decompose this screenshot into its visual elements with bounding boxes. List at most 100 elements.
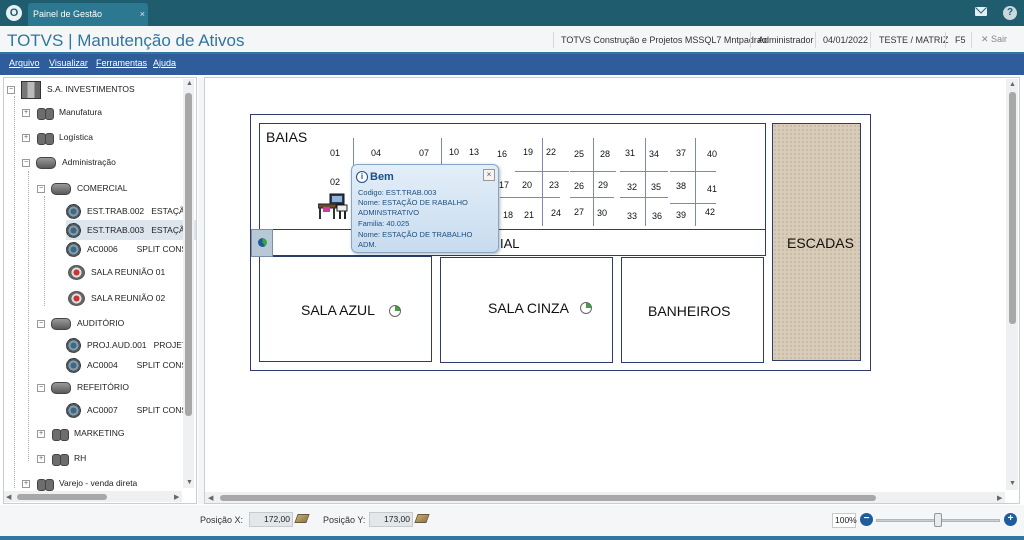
tree-item-administracao[interactable]: − Administração xyxy=(22,152,116,172)
seat-41[interactable]: 41 xyxy=(707,184,717,194)
exit-button[interactable]: ✕ Sair xyxy=(981,34,1007,45)
eraser-icon[interactable] xyxy=(294,514,310,523)
menu-arquivo[interactable]: Arquivo xyxy=(9,58,40,68)
tree-item-manufatura[interactable]: + Manufatura xyxy=(22,102,102,122)
eraser-icon[interactable] xyxy=(414,514,430,523)
scroll-down-arrow-icon[interactable]: ▼ xyxy=(1009,480,1016,487)
tree-item-varejo[interactable]: + Varejo - venda direta xyxy=(22,473,137,493)
scroll-right-arrow-icon[interactable]: ▶ xyxy=(997,494,1002,502)
seat-26[interactable]: 26 xyxy=(574,181,584,191)
seat-25[interactable]: 25 xyxy=(574,149,584,159)
tree-item-ac0004[interactable]: AC0004 SPLIT CONS xyxy=(66,355,187,375)
collapse-toggle-icon[interactable]: − xyxy=(37,383,45,392)
seat-37[interactable]: 37 xyxy=(676,148,686,158)
collapse-toggle-icon[interactable]: − xyxy=(22,158,30,167)
seat-38[interactable]: 38 xyxy=(676,181,686,191)
totvs-logo-icon[interactable]: O xyxy=(6,5,22,21)
menu-ajuda[interactable]: Ajuda xyxy=(153,58,176,68)
tree-horizontal-scroll-thumb[interactable] xyxy=(17,494,107,500)
tree-item-est-trab-002[interactable]: EST.TRAB.002 ESTAÇÃ xyxy=(66,201,185,221)
seat-10[interactable]: 10 xyxy=(449,147,459,157)
seat-01[interactable]: 01 xyxy=(330,148,340,158)
tree-item-proj-aud-001[interactable]: PROJ.AUD.001 PROJETC xyxy=(66,335,193,355)
mail-icon[interactable] xyxy=(975,7,987,16)
tree-vertical-scroll-thumb[interactable] xyxy=(185,93,192,416)
collapse-toggle-icon[interactable]: − xyxy=(37,319,45,328)
tree-item-est-trab-003[interactable]: EST.TRAB.003 ESTAÇÃ xyxy=(66,220,196,240)
room-status-icon[interactable] xyxy=(389,305,401,317)
canvas-vertical-scroll-thumb[interactable] xyxy=(1009,92,1016,324)
menu-visualizar[interactable]: Visualizar xyxy=(49,58,88,68)
tree-item-marketing[interactable]: + MARKETING xyxy=(37,423,125,443)
seat-28[interactable]: 28 xyxy=(600,149,610,159)
tree-item-rh[interactable]: + RH xyxy=(37,448,86,468)
close-icon[interactable]: × xyxy=(483,169,495,181)
scroll-down-arrow-icon[interactable]: ▼ xyxy=(186,479,193,486)
seat-02[interactable]: 02 xyxy=(330,177,340,187)
tree-item-auditorio[interactable]: − AUDITÓRIO xyxy=(37,313,124,333)
zoom-out-button[interactable]: − xyxy=(860,513,873,526)
collapse-toggle-icon[interactable]: − xyxy=(7,85,15,94)
expand-toggle-icon[interactable]: + xyxy=(37,454,45,463)
expand-toggle-icon[interactable]: + xyxy=(37,429,45,438)
expand-toggle-icon[interactable]: + xyxy=(22,133,30,142)
seat-18[interactable]: 18 xyxy=(503,210,513,220)
seat-31[interactable]: 31 xyxy=(625,148,635,158)
seat-30[interactable]: 30 xyxy=(597,208,607,218)
scroll-left-arrow-icon[interactable]: ◀ xyxy=(208,494,213,502)
seat-32[interactable]: 32 xyxy=(627,182,637,192)
tree-item-refeitorio[interactable]: − REFEITÓRIO xyxy=(37,377,129,397)
seat-17[interactable]: 17 xyxy=(499,180,509,190)
status-bar: Posição X: 172,00 Posição Y: 173,00 100%… xyxy=(0,505,1024,536)
tree-item-logistica[interactable]: + Logística xyxy=(22,127,93,147)
zoom-slider-handle[interactable] xyxy=(934,513,942,527)
menu-ferramentas[interactable]: Ferramentas xyxy=(96,58,147,68)
plan-origin-marker-icon[interactable] xyxy=(251,229,273,257)
tree-item-comercial[interactable]: − COMERCIAL xyxy=(37,178,128,198)
seat-22[interactable]: 22 xyxy=(546,147,556,157)
seat-07[interactable]: 07 xyxy=(419,148,429,158)
scroll-left-arrow-icon[interactable]: ◀ xyxy=(6,493,11,501)
workstation-asset-icon[interactable] xyxy=(318,193,350,221)
expand-toggle-icon[interactable]: + xyxy=(22,108,30,117)
top-bar xyxy=(0,0,1024,26)
seat-16[interactable]: 16 xyxy=(497,149,507,159)
seat-40[interactable]: 40 xyxy=(707,149,717,159)
tree-item-sala-reuniao-02[interactable]: SALA REUNIÃO 02 xyxy=(68,288,165,308)
seat-33[interactable]: 33 xyxy=(627,211,637,221)
binoculars-icon xyxy=(51,317,71,330)
tree-item-sala-reuniao-01[interactable]: SALA REUNIÃO 01 xyxy=(68,262,165,282)
seat-21[interactable]: 21 xyxy=(524,210,534,220)
seat-35[interactable]: 35 xyxy=(651,182,661,192)
collapse-toggle-icon[interactable]: − xyxy=(37,184,45,193)
canvas-horizontal-scroll-thumb[interactable] xyxy=(220,495,876,501)
seat-24[interactable]: 24 xyxy=(551,208,561,218)
tree-item-ac0006[interactable]: AC0006 SPLIT CONS xyxy=(66,239,187,259)
room-label-baias: BAIAS xyxy=(266,129,308,145)
tab-close-icon[interactable]: × xyxy=(140,3,145,25)
seat-20[interactable]: 20 xyxy=(522,180,532,190)
meeting-room-icon xyxy=(68,265,85,281)
tree-item-root[interactable]: − S.A. INVESTIMENTOS xyxy=(7,79,135,99)
seat-27[interactable]: 27 xyxy=(574,207,584,217)
seat-13[interactable]: 13 xyxy=(469,147,479,157)
seat-04[interactable]: 04 xyxy=(371,148,381,158)
tab-painel-gestao[interactable]: Painel de Gestão [02.9.0019] × xyxy=(28,3,148,41)
tree-item-ac0007[interactable]: AC0007 SPLIT CONS xyxy=(66,400,187,420)
seat-34[interactable]: 34 xyxy=(649,149,659,159)
zoom-in-button[interactable]: + xyxy=(1004,513,1017,526)
expand-toggle-icon[interactable]: + xyxy=(22,479,30,488)
seat-29[interactable]: 29 xyxy=(598,180,608,190)
seat-39[interactable]: 39 xyxy=(676,210,686,220)
seat-19[interactable]: 19 xyxy=(523,147,533,157)
seat-23[interactable]: 23 xyxy=(549,180,559,190)
seat-36[interactable]: 36 xyxy=(652,211,662,221)
room-status-icon[interactable] xyxy=(580,302,592,314)
scroll-right-arrow-icon[interactable]: ▶ xyxy=(174,493,179,501)
scroll-up-arrow-icon[interactable]: ▲ xyxy=(186,80,193,87)
scroll-up-arrow-icon[interactable]: ▲ xyxy=(1009,81,1016,88)
help-icon[interactable]: ? xyxy=(1003,6,1017,20)
room-label-banheiros: BANHEIROS xyxy=(648,303,731,319)
zoom-input[interactable]: 100% xyxy=(832,513,857,528)
seat-42[interactable]: 42 xyxy=(705,207,715,217)
